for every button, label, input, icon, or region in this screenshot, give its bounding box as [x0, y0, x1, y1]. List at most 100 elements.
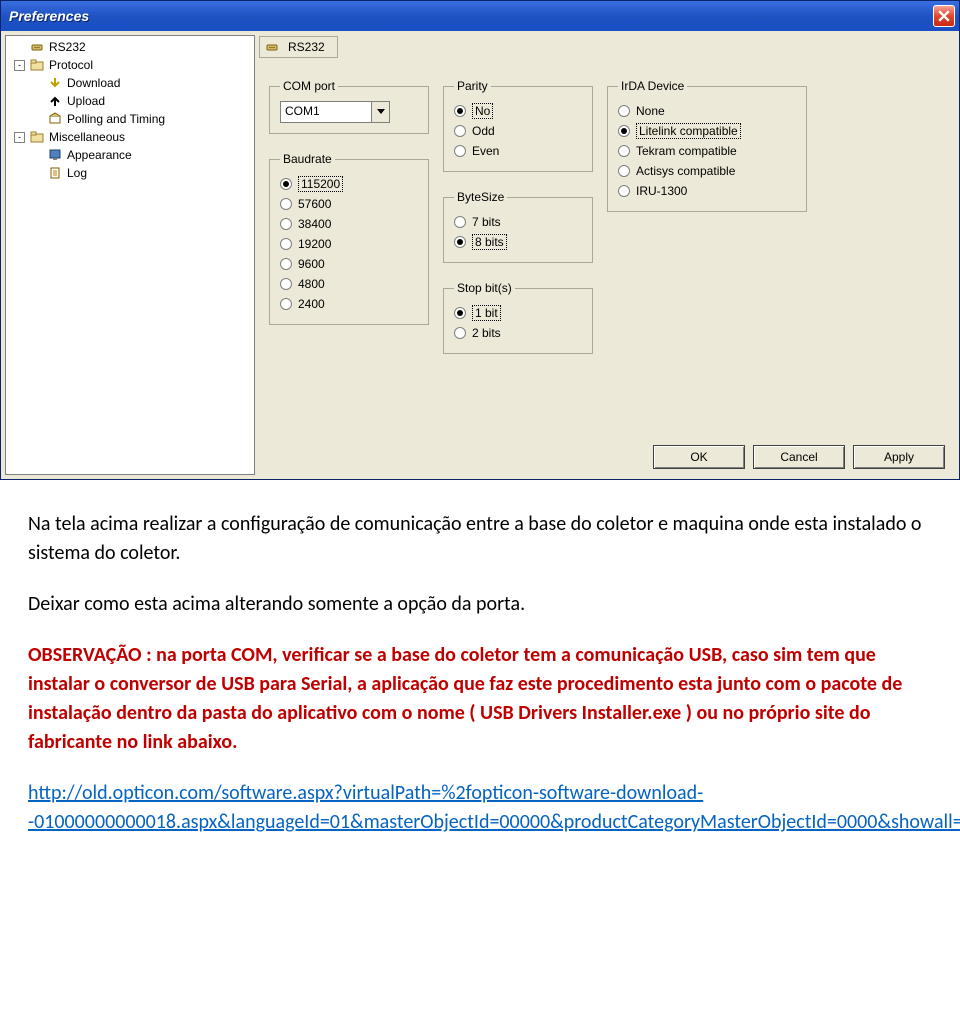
radio-icon[interactable]: [280, 258, 292, 270]
radio-option[interactable]: 19200: [280, 234, 418, 254]
bytesize-legend: ByteSize: [454, 190, 507, 204]
radio-option[interactable]: None: [618, 101, 796, 121]
panel-header: RS232: [259, 35, 955, 59]
preferences-window: Preferences RS232 - Protocol Download Upload…: [0, 0, 960, 480]
doc-link[interactable]: http://old.opticon.com/software.aspx?vir…: [28, 781, 960, 834]
tree-item-download[interactable]: Download: [6, 74, 254, 92]
radio-icon[interactable]: [618, 125, 630, 137]
radio-icon[interactable]: [454, 105, 466, 117]
parity-legend: Parity: [454, 79, 491, 93]
tree-item-protocol[interactable]: - Protocol: [6, 56, 254, 74]
down-icon: [47, 75, 63, 91]
radio-icon[interactable]: [618, 165, 630, 177]
radio-option[interactable]: 1 bit: [454, 303, 582, 323]
parity-group: Parity No Odd Even: [443, 79, 593, 172]
radio-icon[interactable]: [454, 145, 466, 157]
up-icon: [47, 93, 63, 109]
tree-panel[interactable]: RS232 - Protocol Download Upload Polling and …: [5, 35, 255, 475]
tree-item-appearance[interactable]: Appearance: [6, 146, 254, 164]
comport-value: COM1: [281, 102, 371, 122]
radio-option[interactable]: 2 bits: [454, 323, 582, 343]
serial-icon: [29, 39, 45, 55]
chevron-down-icon: [377, 109, 385, 115]
radio-option[interactable]: IRU-1300: [618, 181, 796, 201]
stopbits-group: Stop bit(s) 1 bit2 bits: [443, 281, 593, 354]
radio-option[interactable]: 57600: [280, 194, 418, 214]
tree-toggle[interactable]: -: [14, 60, 25, 71]
apply-button[interactable]: Apply: [853, 445, 945, 469]
tree-item-label: Appearance: [67, 148, 132, 162]
radio-label: 9600: [298, 257, 325, 271]
radio-label: Odd: [472, 124, 495, 138]
dialog-body: RS232 - Protocol Download Upload Polling and …: [1, 31, 959, 479]
radio-icon[interactable]: [280, 178, 292, 190]
radio-label: 1 bit: [472, 305, 501, 321]
close-icon: [938, 10, 950, 22]
screen-icon: [47, 147, 63, 163]
radio-option[interactable]: 9600: [280, 254, 418, 274]
radio-label: Tekram compatible: [636, 144, 737, 158]
tree-item-miscellaneous[interactable]: - Miscellaneous: [6, 128, 254, 146]
tree-item-label: Download: [67, 76, 120, 90]
combo-dropdown-button[interactable]: [371, 102, 389, 122]
radio-label: Even: [472, 144, 499, 158]
radio-option[interactable]: Odd: [454, 121, 582, 141]
radio-icon[interactable]: [280, 278, 292, 290]
radio-label: 2 bits: [472, 326, 501, 340]
radio-label: None: [636, 104, 665, 118]
tree-item-polling-and-timing[interactable]: Polling and Timing: [6, 110, 254, 128]
radio-option[interactable]: No: [454, 101, 582, 121]
tree-item-label: Polling and Timing: [67, 112, 165, 126]
radio-option[interactable]: 38400: [280, 214, 418, 234]
radio-icon[interactable]: [454, 307, 466, 319]
comport-group: COM port COM1: [269, 79, 429, 134]
radio-icon[interactable]: [280, 238, 292, 250]
titlebar[interactable]: Preferences: [1, 1, 959, 31]
radio-icon[interactable]: [454, 236, 466, 248]
radio-option[interactable]: 2400: [280, 294, 418, 314]
ok-button[interactable]: OK: [653, 445, 745, 469]
radio-label: 115200: [298, 176, 343, 192]
radio-option[interactable]: Tekram compatible: [618, 141, 796, 161]
close-button[interactable]: [933, 5, 955, 27]
radio-icon[interactable]: [618, 105, 630, 117]
radio-option[interactable]: 7 bits: [454, 212, 582, 232]
tree-item-upload[interactable]: Upload: [6, 92, 254, 110]
radio-option[interactable]: 8 bits: [454, 232, 582, 252]
folder-icon: [29, 129, 45, 145]
tree-item-rs232[interactable]: RS232: [6, 38, 254, 56]
tree-item-label: Miscellaneous: [49, 130, 125, 144]
radio-option[interactable]: Actisys compatible: [618, 161, 796, 181]
radio-icon[interactable]: [280, 198, 292, 210]
serial-icon: [264, 39, 280, 55]
irda-group: IrDA Device NoneLitelink compatibleTekra…: [607, 79, 807, 212]
radio-icon[interactable]: [454, 327, 466, 339]
radio-icon[interactable]: [454, 216, 466, 228]
radio-label: Litelink compatible: [636, 123, 741, 139]
radio-option[interactable]: 4800: [280, 274, 418, 294]
window-title: Preferences: [9, 8, 89, 24]
doc-paragraph-1: Na tela acima realizar a configuração de…: [28, 510, 932, 568]
doc-paragraph-2: Deixar como esta acima alterando somente…: [28, 590, 932, 619]
radio-icon[interactable]: [454, 125, 466, 137]
radio-icon[interactable]: [280, 298, 292, 310]
radio-label: 7 bits: [472, 215, 501, 229]
radio-label: 38400: [298, 217, 331, 231]
radio-icon[interactable]: [618, 145, 630, 157]
doc-observation: OBSERVAÇÃO : na porta COM, verificar se …: [28, 641, 932, 757]
radio-option[interactable]: 115200: [280, 174, 418, 194]
comport-combo[interactable]: COM1: [280, 101, 390, 123]
settings-area: COM port COM1 Baudrate 11520057600384001…: [259, 59, 955, 364]
tree-toggle[interactable]: -: [14, 132, 25, 143]
clock-icon: [47, 111, 63, 127]
log-icon: [47, 165, 63, 181]
radio-option[interactable]: Litelink compatible: [618, 121, 796, 141]
tree-item-log[interactable]: Log: [6, 164, 254, 182]
radio-icon[interactable]: [618, 185, 630, 197]
comport-legend: COM port: [280, 79, 338, 93]
cancel-button[interactable]: Cancel: [753, 445, 845, 469]
tree-item-label: Protocol: [49, 58, 93, 72]
radio-option[interactable]: Even: [454, 141, 582, 161]
radio-icon[interactable]: [280, 218, 292, 230]
tree-item-label: Upload: [67, 94, 105, 108]
